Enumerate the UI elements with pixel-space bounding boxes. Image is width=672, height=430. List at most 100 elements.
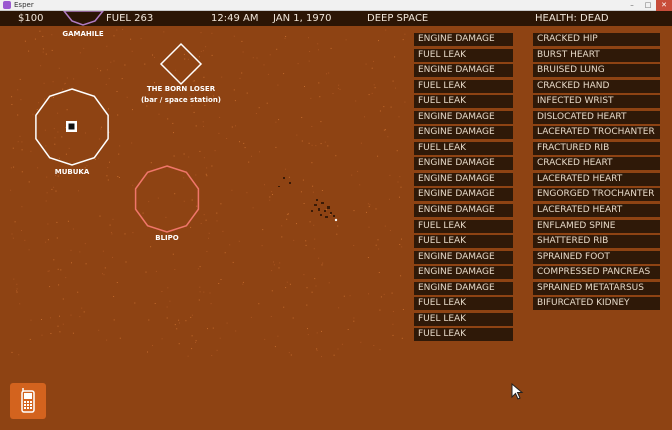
dust-particle <box>353 317 355 319</box>
dust-particle <box>207 328 208 330</box>
dust-particle <box>285 36 287 37</box>
dust-particle <box>311 126 313 127</box>
dust-particle <box>322 262 324 264</box>
dust-particle <box>212 327 214 329</box>
dust-particle <box>229 244 231 246</box>
dust-particle <box>17 114 19 116</box>
dust-particle <box>203 214 205 216</box>
dust-particle <box>368 226 370 228</box>
dust-particle <box>272 194 273 195</box>
dust-particle <box>11 96 13 98</box>
dust-particle <box>79 316 81 318</box>
dust-particle <box>401 246 403 248</box>
phone-button[interactable] <box>10 383 46 419</box>
dust-particle <box>19 135 21 137</box>
dust-particle <box>16 288 18 290</box>
dust-particle <box>17 141 19 143</box>
dust-particle <box>13 166 15 168</box>
dust-particle <box>36 109 38 110</box>
close-icon[interactable]: ✕ <box>656 0 672 11</box>
dust-particle <box>329 214 331 215</box>
dust-particle <box>86 165 88 167</box>
ship-status-item: ENGINE DAMAGE <box>414 64 513 78</box>
dust-particle <box>314 238 316 240</box>
dust-particle <box>41 319 42 320</box>
dust-particle <box>101 126 102 128</box>
dust-particle <box>371 92 373 94</box>
dust-particle <box>56 237 58 239</box>
dust-particle <box>401 238 402 240</box>
dust-particle <box>185 320 187 322</box>
dust-particle <box>85 263 87 265</box>
dust-particle <box>202 121 204 123</box>
minimize-icon[interactable]: – <box>624 0 640 11</box>
dust-particle <box>67 220 69 222</box>
dust-particle <box>65 153 67 155</box>
dust-particle <box>368 206 370 208</box>
app-icon <box>3 1 11 9</box>
dust-particle <box>380 296 382 298</box>
dust-particle <box>45 200 47 202</box>
dust-particle <box>273 264 275 266</box>
dust-particle <box>279 262 281 264</box>
dust-particle <box>273 261 274 263</box>
ship-status-item: ENGINE DAMAGE <box>414 172 513 186</box>
dust-particle <box>32 113 34 115</box>
dust-particle <box>68 147 70 149</box>
dust-particle <box>144 63 146 65</box>
dust-particle <box>321 356 322 358</box>
dust-particle <box>285 168 286 170</box>
ship-status-item: ENGINE DAMAGE <box>414 250 513 264</box>
dust-particle <box>206 175 208 177</box>
ship-status-item: FUEL LEAK <box>414 141 513 155</box>
maximize-icon[interactable]: □ <box>640 0 656 11</box>
dust-particle <box>385 29 387 31</box>
ship-status-item: FUEL LEAK <box>414 79 513 93</box>
dust-particle <box>351 174 353 176</box>
dust-particle <box>311 291 313 293</box>
dust-particle <box>316 332 318 334</box>
dust-particle <box>203 76 205 78</box>
dust-particle <box>167 287 169 289</box>
dust-particle <box>150 246 152 248</box>
dust-particle <box>218 132 220 134</box>
dust-particle <box>374 87 376 89</box>
dust-particle <box>404 33 406 35</box>
dust-particle <box>47 223 49 225</box>
dust-particle <box>58 157 60 159</box>
dust-particle <box>305 244 307 246</box>
dust-particle <box>102 273 103 275</box>
dust-particle <box>81 307 83 309</box>
dust-particle <box>76 119 78 121</box>
dust-particle <box>42 35 44 37</box>
dust-particle <box>200 50 202 52</box>
dust-particle <box>21 206 23 208</box>
dust-particle <box>152 345 153 346</box>
game-viewport[interactable]: $100 FUEL 263 12:49 AM JAN 1, 1970 DEEP … <box>0 11 672 430</box>
dust-particle <box>53 96 54 98</box>
dust-particle <box>367 203 369 205</box>
dust-particle <box>148 319 150 321</box>
dust-particle <box>57 131 59 133</box>
dust-particle <box>203 291 205 293</box>
planet-gamahile[interactable] <box>63 11 104 26</box>
place-subtitle-the-born-loser: (bar / space station) <box>140 96 222 104</box>
dust-particle <box>286 218 288 220</box>
mouse-cursor-icon <box>511 383 524 400</box>
dust-particle <box>193 111 195 113</box>
planet-blipo[interactable] <box>134 165 200 233</box>
dust-particle <box>353 245 355 246</box>
dust-particle <box>283 306 285 308</box>
dust-particle <box>40 65 42 67</box>
dust-particle <box>113 60 115 62</box>
dust-particle <box>130 38 132 40</box>
station-the-born-loser[interactable] <box>159 42 203 86</box>
dust-particle <box>42 51 44 53</box>
injury-item: LACERATED HEART <box>533 172 660 186</box>
dust-particle <box>205 46 207 48</box>
dust-particle <box>98 138 100 140</box>
place-label-mubuka: MUBUKA <box>54 168 90 176</box>
dust-particle <box>14 221 16 223</box>
dust-particle <box>332 93 334 94</box>
dust-particle <box>321 190 323 191</box>
